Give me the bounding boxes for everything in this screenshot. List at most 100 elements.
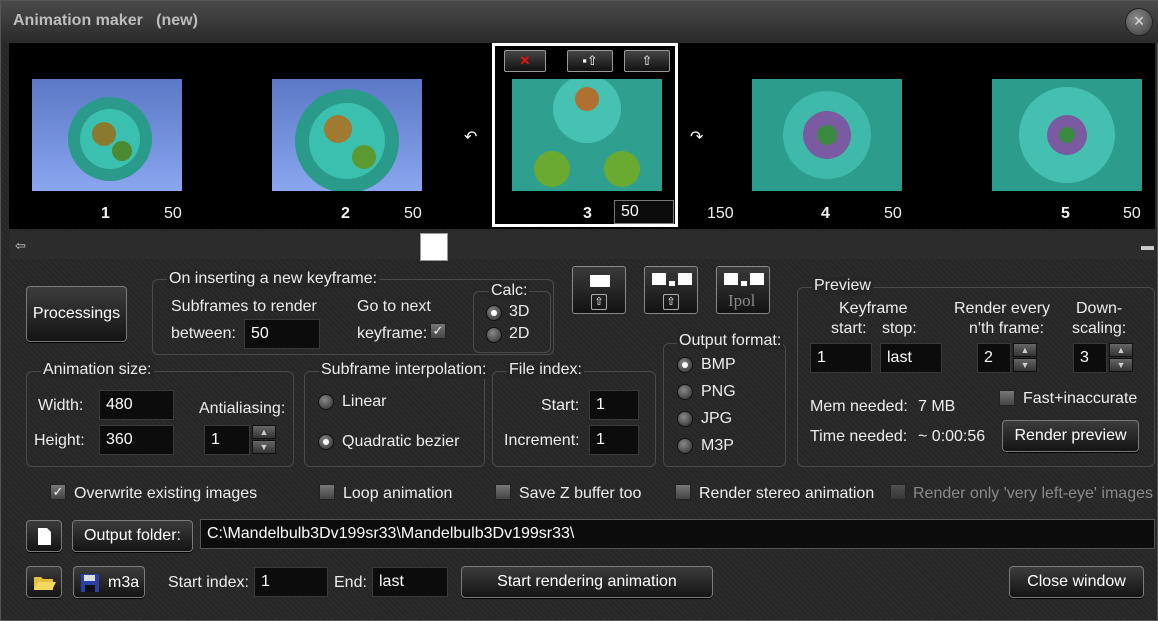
left-eye-checkbox[interactable]: [890, 484, 906, 500]
width-input[interactable]: 480: [99, 390, 174, 420]
end-label: End:: [334, 574, 367, 591]
rotate-right-icon[interactable]: ↷: [690, 127, 703, 147]
frame-icon: [750, 273, 764, 285]
start-index-input[interactable]: 1: [254, 567, 328, 597]
spin-down-icon[interactable]: ▼: [1109, 358, 1133, 372]
time-needed-label: Time needed:: [810, 428, 908, 445]
loop-checkbox[interactable]: [319, 484, 335, 500]
keyframe-thumbnail-4[interactable]: [752, 79, 902, 191]
file-start-input[interactable]: 1: [589, 390, 639, 420]
overwrite-checkbox[interactable]: ✓: [50, 484, 66, 500]
spin-down-icon[interactable]: ▼: [252, 440, 276, 454]
scroll-left-icon[interactable]: ⇦: [15, 238, 26, 254]
keyframe-subframes-1: 50: [164, 205, 182, 222]
close-window-button[interactable]: Close window: [1009, 566, 1144, 598]
format-m3p-label: M3P: [701, 437, 734, 454]
render-every-input[interactable]: 2: [977, 343, 1011, 373]
fractal-image: [295, 89, 399, 191]
antialiasing-label: Antialiasing:: [199, 400, 286, 417]
frame-icon: [678, 273, 692, 285]
m3a-label: m3a: [108, 574, 140, 591]
calc-3d-label: 3D: [509, 303, 530, 320]
goto-next-checkbox[interactable]: ✓: [430, 323, 446, 339]
title-bar: Animation maker (new) ×: [1, 1, 1158, 43]
render-every-spinner[interactable]: ▲ ▼: [1013, 343, 1037, 373]
move-keyframe-button[interactable]: ▪⇧: [567, 50, 613, 72]
loop-label: Loop animation: [343, 485, 453, 502]
keyframe-index-4: 4: [821, 205, 830, 222]
animation-maker-window: Animation maker (new) × 1 50 2 50 3 50 1…: [0, 0, 1158, 621]
render-every-label: Render every: [954, 300, 1051, 317]
interpolation-group: [304, 371, 485, 467]
quadratic-bezier-radio[interactable]: [318, 434, 334, 450]
insert-keyframe-title: On inserting a new keyframe:: [167, 270, 380, 288]
increment-label: Increment:: [504, 432, 580, 449]
fast-inaccurate-checkbox[interactable]: [999, 390, 1015, 406]
arrow-up-icon: ⇧: [591, 294, 607, 310]
insert-keyframe-button[interactable]: ⇧: [572, 266, 626, 314]
fractal-image: [68, 97, 152, 181]
stereo-label: Render stereo animation: [699, 485, 875, 502]
output-folder-button[interactable]: Output folder:: [72, 520, 193, 552]
processings-button[interactable]: Processings: [26, 286, 127, 342]
arrow-up-icon: ⇧: [663, 294, 679, 310]
spin-up-icon[interactable]: ▲: [1109, 343, 1133, 357]
stereo-checkbox[interactable]: [675, 484, 691, 500]
rotate-left-icon[interactable]: ↶: [464, 127, 477, 147]
format-png-radio[interactable]: [677, 384, 693, 400]
keyframe-up-button[interactable]: ⇧: [624, 50, 670, 72]
linear-label: Linear: [342, 393, 387, 410]
downscaling-spinner[interactable]: ▲ ▼: [1109, 343, 1133, 373]
downscaling-input[interactable]: 3: [1073, 343, 1107, 373]
linear-radio[interactable]: [318, 394, 334, 410]
output-folder-path[interactable]: C:\Mandelbulb3Dv199sr33\Mandelbulb3Dv199…: [200, 519, 1155, 549]
format-bmp-radio[interactable]: [677, 357, 693, 373]
insert-between-keyframe-button[interactable]: ⇧: [644, 266, 698, 314]
spin-up-icon[interactable]: ▲: [1013, 343, 1037, 357]
new-file-button[interactable]: [26, 520, 62, 552]
keyframe-scroll-thumb[interactable]: [420, 233, 448, 261]
render-preview-button[interactable]: Render preview: [1002, 420, 1139, 452]
new-file-icon: [38, 528, 51, 545]
preview-stop-input[interactable]: last: [880, 343, 942, 373]
height-input[interactable]: 360: [99, 425, 174, 455]
animation-size-title: Animation size:: [41, 361, 154, 379]
keyframe-thumbnail-5[interactable]: [992, 79, 1142, 191]
increment-input[interactable]: 1: [589, 425, 639, 455]
scroll-right-icon[interactable]: ▬: [1141, 238, 1154, 253]
mem-needed-label: Mem needed:: [810, 398, 908, 415]
format-m3p-radio[interactable]: [677, 438, 693, 454]
subframes-label: Subframes to render: [171, 298, 317, 315]
preview-start-input[interactable]: 1: [810, 343, 872, 373]
fractal-image: [752, 79, 902, 191]
end-input[interactable]: last: [372, 567, 448, 597]
interpolation-title: Subframe interpolation:: [319, 361, 489, 379]
spin-down-icon[interactable]: ▼: [1013, 358, 1037, 372]
keyframe-thumbnail-1[interactable]: [32, 79, 182, 191]
calc-2d-radio[interactable]: [486, 327, 502, 343]
format-png-label: PNG: [701, 383, 736, 400]
height-label: Height:: [34, 432, 85, 449]
delete-keyframe-button[interactable]: ✕: [504, 50, 546, 72]
start-rendering-button[interactable]: Start rendering animation: [461, 566, 713, 598]
keyframe-scrollbar[interactable]: [9, 231, 1155, 259]
keyframe-thumbnail-2[interactable]: [272, 79, 422, 191]
preview-title: Preview: [812, 277, 873, 295]
save-z-checkbox[interactable]: [495, 484, 511, 500]
subframes-input[interactable]: 50: [244, 319, 320, 349]
keyframe-index-1: 1: [101, 205, 110, 222]
close-window-icon[interactable]: ×: [1125, 8, 1153, 36]
calc-3d-radio[interactable]: [486, 305, 502, 321]
spin-up-icon[interactable]: ▲: [252, 425, 276, 439]
save-m3a-button[interactable]: m3a: [73, 566, 145, 598]
antialiasing-spinner[interactable]: ▲ ▼: [252, 425, 276, 455]
file-index-title: File index:: [507, 361, 584, 379]
window-title: Animation maker (new): [13, 12, 198, 29]
open-folder-button[interactable]: [26, 566, 62, 598]
ipol-keyframe-button[interactable]: Ipol: [716, 266, 770, 314]
format-jpg-radio[interactable]: [677, 411, 693, 427]
keyframe-subframes-2: 50: [404, 205, 422, 222]
calc-group: [473, 291, 551, 353]
antialiasing-input[interactable]: 1: [204, 425, 250, 455]
ipol-label: Ipol: [728, 291, 756, 310]
